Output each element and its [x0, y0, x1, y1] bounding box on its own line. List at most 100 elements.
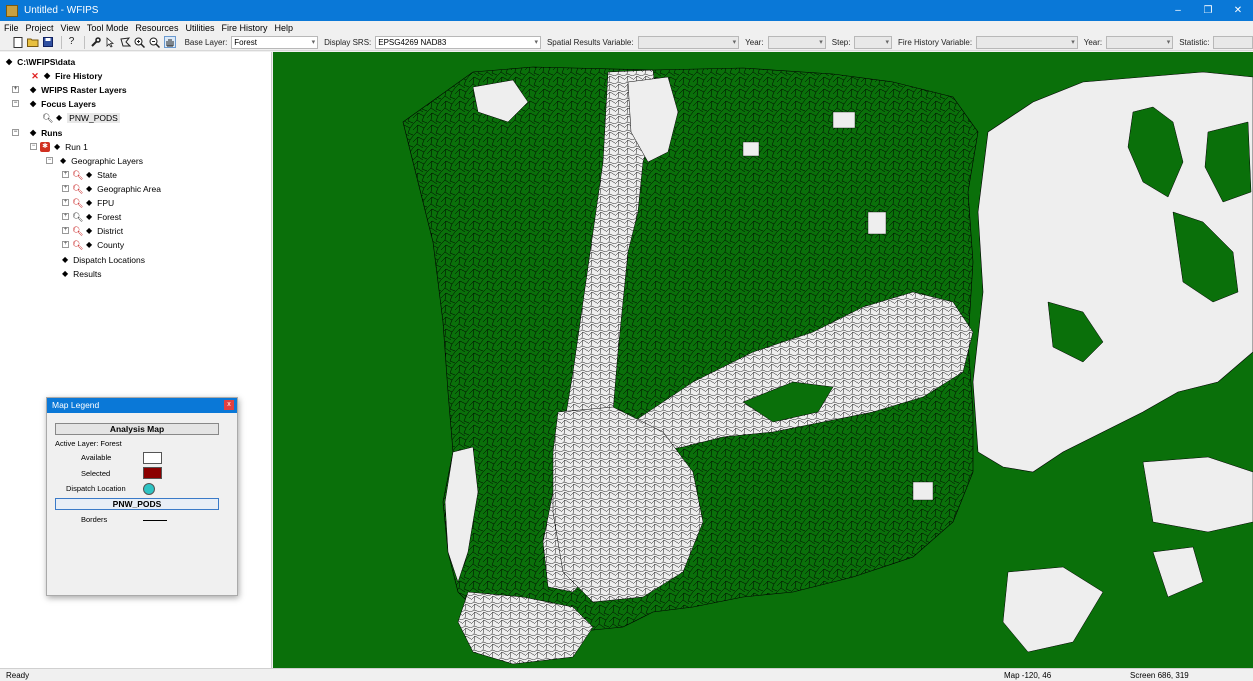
statistic-select[interactable] [1213, 35, 1253, 49]
chevron-down-icon: ▾ [1071, 38, 1075, 46]
bullet-icon: ◆ [86, 212, 93, 221]
menu-fire-history[interactable]: Fire History [221, 23, 267, 33]
tree-forest[interactable]: + 🔍︎ ◆ Forest [62, 210, 121, 223]
toolbar-separator [84, 35, 86, 49]
toolbar: ? Base Layer: Forest ▾ Display SRS: EPSG4… [0, 34, 1253, 51]
tree-county[interactable]: + 🔍︎ ◆ County [62, 238, 124, 251]
x-mark-icon: ✕ [31, 70, 39, 81]
bullet-icon: ◆ [6, 57, 13, 66]
year2-select[interactable]: ▾ [1106, 35, 1174, 49]
chevron-down-icon: ▾ [1166, 38, 1171, 46]
tree-raster-layers[interactable]: + ◆ WFIPS Raster Layers [12, 83, 127, 96]
open-folder-icon[interactable] [26, 36, 39, 48]
tree-focus-layers[interactable]: − ◆ Focus Layers [12, 97, 96, 110]
bullet-icon: ◆ [56, 113, 63, 122]
magnifier-icon: 🔍︎ [72, 197, 84, 208]
run-icon: ✱ [40, 141, 50, 152]
display-srs-select[interactable]: EPSG4269 NAD83 ▾ [375, 35, 541, 49]
year2-label: Year: [1083, 37, 1103, 47]
menu-help[interactable]: Help [274, 23, 293, 33]
bullet-icon: ◆ [30, 85, 37, 94]
tree-results[interactable]: ◆ Results [62, 267, 102, 280]
app-icon [6, 4, 18, 17]
zoom-in-icon[interactable] [134, 36, 146, 48]
pan-hand-icon[interactable] [163, 36, 176, 48]
wrench-icon[interactable] [89, 36, 101, 48]
bullet-icon: ◆ [44, 71, 51, 80]
tree-pnw-pods[interactable]: 🔍︎ ◆ PNW_PODS [42, 111, 120, 124]
available-region-southeast [1142, 456, 1253, 533]
help-icon[interactable]: ? [66, 36, 78, 48]
pnw-pods-header: PNW_PODS [55, 498, 219, 510]
tree-dispatch-locations[interactable]: ◆ Dispatch Locations [62, 253, 145, 266]
collapse-icon[interactable]: − [12, 100, 19, 107]
fire-history-variable-select[interactable]: ▾ [976, 35, 1078, 49]
expand-icon[interactable]: + [62, 199, 69, 206]
menu-file[interactable]: File [4, 23, 19, 33]
select-arrow-icon[interactable] [104, 36, 116, 48]
polygon-select-icon[interactable] [119, 36, 131, 48]
collapse-icon[interactable]: − [12, 129, 19, 136]
collapse-icon[interactable]: − [46, 157, 53, 164]
available-pocket [867, 211, 887, 235]
base-layer-label: Base Layer: [184, 37, 228, 47]
available-pocket [912, 481, 934, 501]
available-region-south-2 [1152, 546, 1204, 598]
bullet-icon: ◆ [86, 184, 93, 193]
status-map-coords: Map -120, 46 [1004, 671, 1052, 680]
bullet-icon: ◆ [60, 156, 67, 165]
display-srs-value: EPSG4269 NAD83 [378, 37, 447, 47]
tree-geographic-layers[interactable]: − ◆ Geographic Layers [46, 154, 143, 167]
map-legend-window[interactable]: Map Legend x Analysis Map Active Layer: … [46, 397, 238, 596]
tree-run1[interactable]: − ✱ ◆ Run 1 [30, 140, 88, 153]
magnifier-icon: 🔍︎ [42, 112, 54, 123]
expand-icon[interactable]: + [62, 171, 69, 178]
tree-state-label: State [97, 169, 118, 180]
collapse-icon[interactable]: − [30, 143, 37, 150]
tree-fpu[interactable]: + 🔍︎ ◆ FPU [62, 196, 114, 209]
tree-state[interactable]: + 🔍︎ ◆ State [62, 168, 117, 181]
menu-project[interactable]: Project [26, 23, 54, 33]
year-label: Year: [745, 37, 764, 47]
tree-runs[interactable]: − ◆ Runs [12, 126, 62, 139]
bullet-icon: ◆ [30, 128, 37, 137]
tree-district[interactable]: + 🔍︎ ◆ District [62, 224, 123, 237]
selected-label: Selected [81, 469, 111, 478]
tree-fire-history[interactable]: ✕ ◆ Fire History [30, 69, 102, 82]
menu-view[interactable]: View [61, 23, 80, 33]
expand-icon[interactable]: + [62, 213, 69, 220]
map-canvas[interactable] [273, 52, 1253, 668]
borders-label: Borders [81, 515, 108, 524]
legend-title-bar[interactable]: Map Legend x [47, 398, 237, 413]
close-button[interactable]: ✕ [1223, 0, 1253, 21]
base-layer-select[interactable]: Forest ▾ [231, 35, 319, 49]
status-screen-coords: Screen 686, 319 [1130, 671, 1189, 680]
tree-district-label: District [97, 225, 124, 236]
available-pocket [742, 141, 760, 157]
tree-pnw-pods-label: PNW_PODS [67, 112, 120, 123]
expand-icon[interactable]: + [62, 241, 69, 248]
tree-dispatch-locations-label: Dispatch Locations [73, 254, 145, 265]
expand-icon[interactable]: + [12, 86, 19, 93]
tree-root[interactable]: ◆ C:\WFIPS\data [6, 55, 75, 68]
menu-resources[interactable]: Resources [135, 23, 178, 33]
expand-icon[interactable]: + [62, 185, 69, 192]
available-pocket [832, 111, 856, 129]
restore-button[interactable]: ❐ [1193, 0, 1223, 21]
minimize-button[interactable]: – [1163, 0, 1193, 21]
zoom-out-icon[interactable] [149, 36, 161, 48]
expand-icon[interactable]: + [62, 227, 69, 234]
spatial-results-select[interactable]: ▾ [637, 35, 740, 49]
step-select[interactable]: ▾ [854, 35, 892, 49]
title-bar: Untitled - WFIPS – ❐ ✕ [0, 0, 1253, 21]
tree-geographic-area[interactable]: + 🔍︎ ◆ Geographic Area [62, 182, 161, 195]
legend-close-button[interactable]: x [224, 400, 234, 410]
save-icon[interactable] [42, 36, 54, 48]
bullet-icon: ◆ [86, 240, 93, 249]
fire-history-variable-label: Fire History Variable: [898, 37, 973, 47]
new-file-icon[interactable] [12, 36, 24, 48]
tree-forest-label: Forest [97, 211, 122, 222]
year-select[interactable]: ▾ [767, 35, 826, 49]
menu-tool-mode[interactable]: Tool Mode [87, 23, 129, 33]
menu-utilities[interactable]: Utilities [185, 23, 214, 33]
